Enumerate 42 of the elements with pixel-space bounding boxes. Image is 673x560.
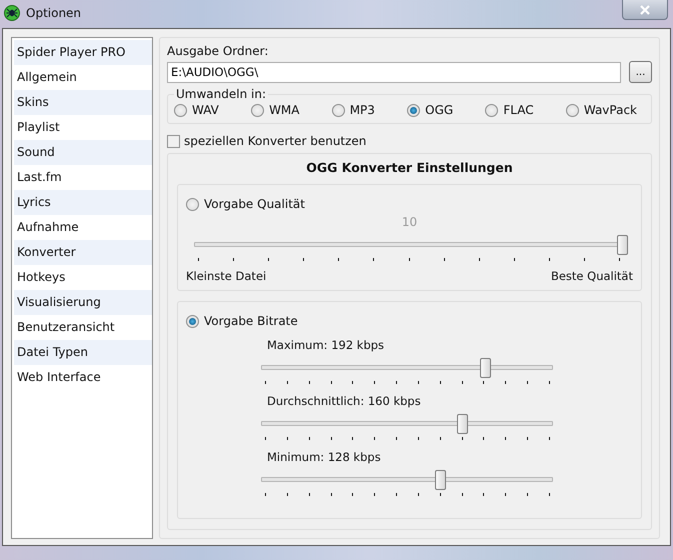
sidebar-item[interactable]: Playlist — [14, 115, 152, 140]
bitrate-radio[interactable]: Vorgabe Bitrate — [186, 314, 633, 328]
format-radio[interactable]: MP3 — [332, 103, 375, 117]
section-title: OGG Konverter Einstellungen — [305, 160, 514, 175]
slider-thumb[interactable] — [457, 414, 468, 434]
slider-label: Maximum: 192 kbps — [267, 338, 386, 352]
browse-button[interactable]: ... — [629, 61, 652, 83]
sidebar-item[interactable]: Sound — [14, 140, 152, 165]
sidebar-item[interactable]: Datei Typen — [14, 340, 152, 365]
sidebar-item[interactable]: Visualisierung — [14, 290, 152, 315]
format-radio[interactable]: WMA — [251, 103, 300, 117]
sidebar-item[interactable]: Aufnahme — [14, 215, 152, 240]
sidebar-item[interactable]: Hotkeys — [14, 265, 152, 290]
slider-thumb[interactable] — [434, 470, 446, 490]
close-icon — [639, 4, 651, 14]
slider-label: Durchschnittlich: 160 kbps — [267, 394, 422, 408]
max-label: Beste Qualität — [550, 269, 633, 283]
sidebar-item[interactable]: Benutzeransicht — [14, 315, 152, 340]
sidebar-item[interactable]: Lyrics — [14, 190, 152, 215]
format-radio[interactable]: WAV — [174, 103, 219, 117]
slider-value: 10 — [400, 215, 418, 229]
format-radio[interactable]: WavPack — [566, 103, 637, 117]
custom-converter-checkbox[interactable]: speziellen Konverter benutzen — [167, 134, 652, 148]
window-title: Optionen — [26, 6, 82, 20]
sidebar-item[interactable]: Konverter — [14, 240, 152, 265]
quality-radio[interactable]: Vorgabe Qualität — [186, 197, 633, 211]
slider-thumb[interactable] — [617, 235, 628, 255]
output-folder-label: Ausgabe Ordner: — [167, 44, 270, 58]
spider-icon — [4, 5, 20, 21]
sidebar-item[interactable]: Skins — [14, 90, 152, 115]
slider-label: Minimum: 128 kbps — [267, 450, 382, 464]
min-label: Kleinste Datei — [186, 269, 266, 283]
folder-path-field[interactable]: E:\AUDIO\OGG\ — [167, 62, 621, 82]
sidebar-item[interactable]: Spider Player PRO — [14, 40, 152, 65]
sidebar-item[interactable]: Last.fm — [14, 165, 152, 190]
sidebar-item[interactable]: Allgemein — [14, 65, 152, 90]
format-radio[interactable]: FLAC — [485, 103, 534, 117]
format-radio[interactable]: OGG — [407, 103, 454, 117]
group-label: Umwandeln in: — [175, 87, 267, 101]
slider-thumb[interactable] — [480, 358, 491, 378]
close-button[interactable] — [622, 0, 668, 20]
sidebar-item[interactable]: Web Interface — [14, 365, 152, 390]
